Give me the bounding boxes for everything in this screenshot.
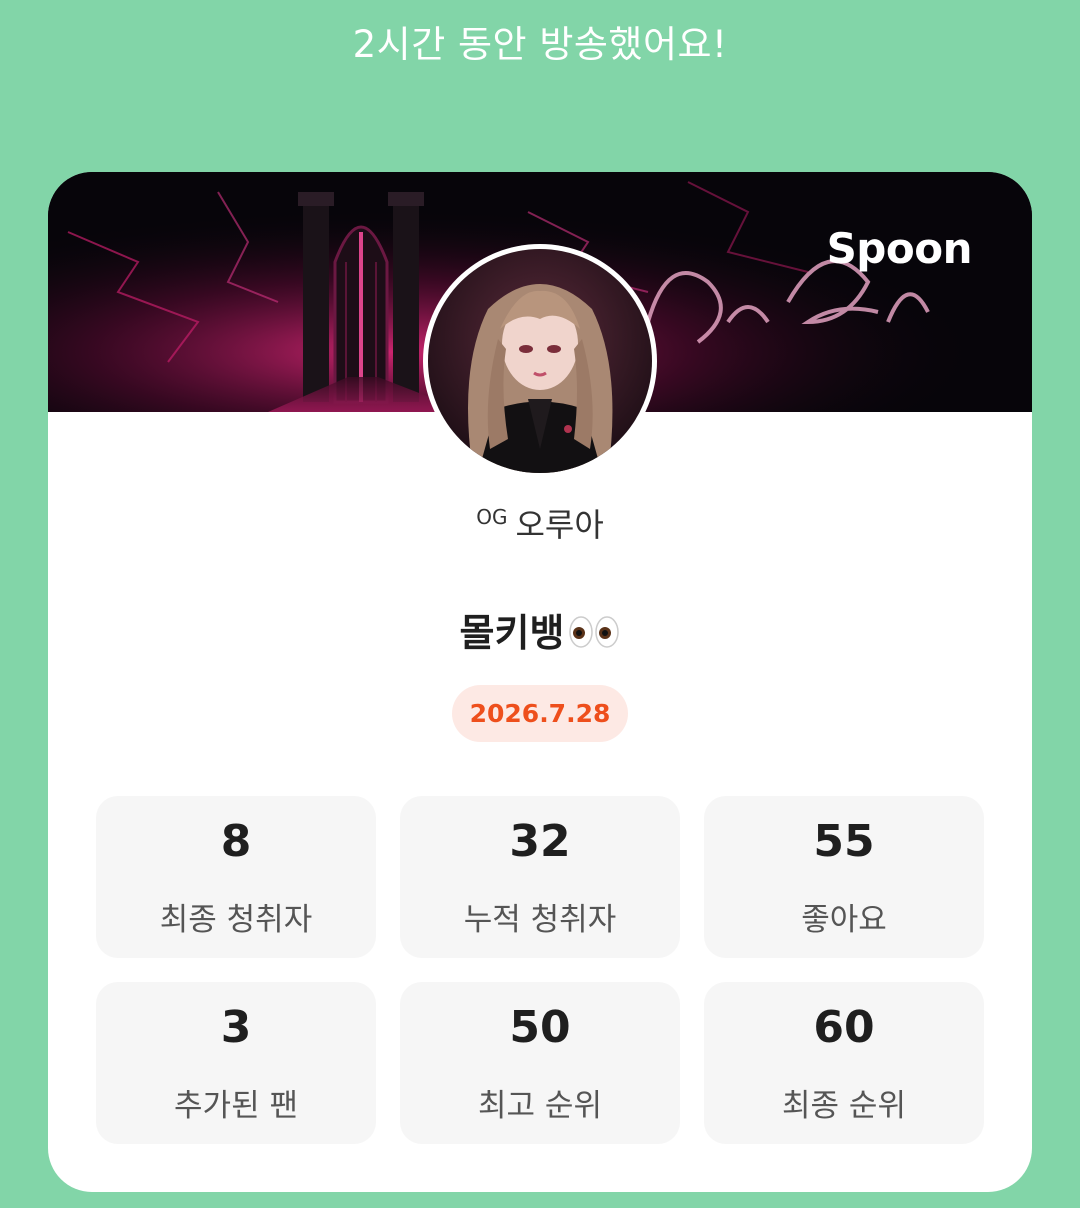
- broadcast-duration-headline: 2시간 동안 방송했어요!: [352, 23, 728, 66]
- username-prefix: OG: [476, 505, 508, 529]
- stat-value: 60: [813, 1002, 875, 1053]
- stat-label: 최고 순위: [478, 1088, 602, 1124]
- broadcast-title-text: 몰키뱅: [459, 611, 565, 655]
- spoon-logo: Spoon: [826, 224, 973, 273]
- stat-value: 55: [813, 816, 875, 867]
- stat-label: 최종 순위: [782, 1088, 906, 1124]
- broadcast-summary-card: Spoon OG 오루아 몰키뱅 2026.7.28 8 최종 청취자 32 누…: [48, 172, 1032, 1192]
- stat-final-listeners: 8 최종 청취자: [96, 796, 376, 958]
- stat-new-fans: 3 추가된 팬: [96, 982, 376, 1144]
- stat-total-listeners: 32 누적 청취자: [400, 796, 680, 958]
- stat-label: 최종 청취자: [159, 902, 313, 938]
- stat-label: 추가된 팬: [174, 1088, 298, 1124]
- stat-likes: 55 좋아요: [704, 796, 984, 958]
- stat-value: 32: [509, 816, 571, 867]
- avatar[interactable]: [423, 244, 657, 478]
- stat-value: 50: [509, 1002, 571, 1053]
- username-name: 오루아: [515, 506, 604, 544]
- eyes-emoji-icon: [568, 614, 620, 659]
- stat-label: 누적 청취자: [463, 902, 617, 938]
- stat-value: 3: [220, 1002, 252, 1053]
- avatar-image: [428, 249, 652, 473]
- date-badge: 2026.7.28: [452, 685, 628, 742]
- username: OG 오루아: [48, 500, 1032, 546]
- stat-label: 좋아요: [801, 902, 887, 938]
- broadcast-title: 몰키뱅: [48, 602, 1032, 659]
- stat-final-rank: 60 최종 순위: [704, 982, 984, 1144]
- stat-highest-rank: 50 최고 순위: [400, 982, 680, 1144]
- stat-value: 8: [220, 816, 252, 867]
